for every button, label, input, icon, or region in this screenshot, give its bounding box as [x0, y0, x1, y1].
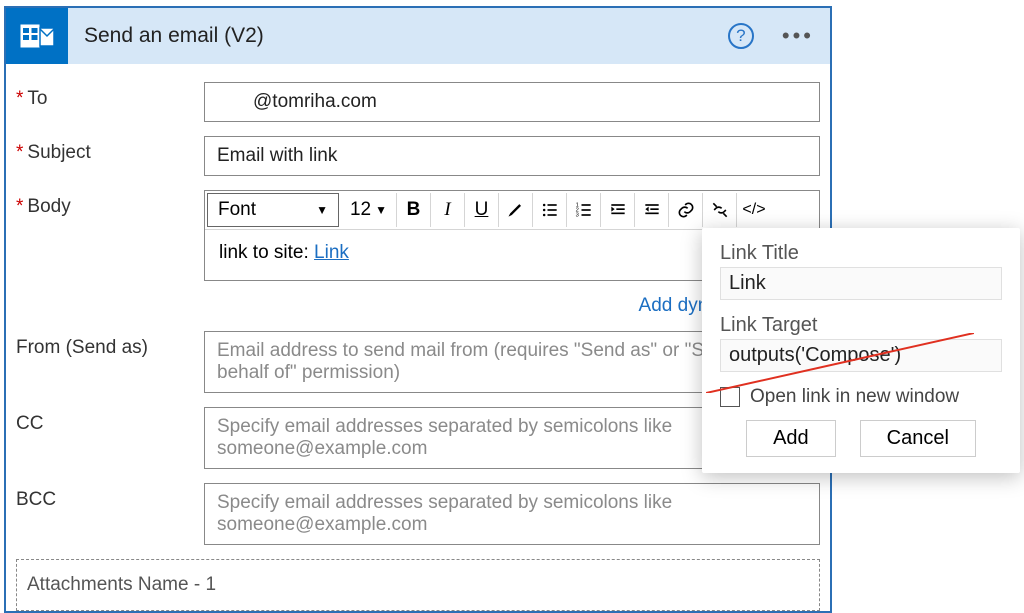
cancel-button[interactable]: Cancel — [860, 420, 976, 457]
underline-button[interactable]: U — [465, 193, 499, 227]
highlight-button[interactable] — [499, 193, 533, 227]
font-select[interactable]: Font▼ — [207, 193, 339, 227]
code-view-button[interactable]: </> — [737, 193, 771, 227]
svg-text:3: 3 — [575, 213, 578, 219]
cc-label: CC — [16, 407, 204, 435]
font-size-value: 12 — [350, 199, 371, 221]
add-button[interactable]: Add — [746, 420, 836, 457]
attachments-name-row[interactable]: Attachments Name - 1 — [16, 559, 820, 611]
open-new-window-checkbox[interactable] — [720, 387, 740, 407]
subject-input[interactable]: Email with link — [204, 136, 820, 176]
add-dynamic-content-link[interactable]: Add dynamic content — [16, 295, 816, 317]
more-menu-icon[interactable]: ••• — [782, 23, 814, 49]
to-input[interactable]: @tomriha.com — [204, 82, 820, 122]
to-label: To — [16, 82, 204, 110]
link-title-input[interactable]: Link — [720, 267, 1002, 300]
bullet-list-button[interactable] — [533, 193, 567, 227]
link-button[interactable] — [669, 193, 703, 227]
bcc-label: BCC — [16, 483, 204, 511]
link-target-label: Link Target — [720, 314, 1002, 337]
card-title: Send an email (V2) — [84, 24, 728, 48]
link-target-input[interactable]: outputs('Compose') — [720, 339, 1002, 372]
body-link[interactable]: Link — [314, 242, 349, 263]
body-text: link to site: — [219, 242, 314, 263]
outdent-button[interactable] — [601, 193, 635, 227]
from-label: From (Send as) — [16, 331, 204, 359]
help-icon[interactable]: ? — [728, 23, 754, 49]
card-header: Send an email (V2) ? ••• — [6, 8, 830, 64]
indent-button[interactable] — [635, 193, 669, 227]
numbered-list-button[interactable]: 123 — [567, 193, 601, 227]
outlook-icon — [6, 8, 68, 64]
editor-toolbar: Font▼ 12▼ B I U 123 — [205, 191, 819, 230]
link-popup: Link Title Link Link Target outputs('Com… — [702, 228, 1020, 473]
italic-button[interactable]: I — [431, 193, 465, 227]
unlink-button[interactable] — [703, 193, 737, 227]
subject-label: Subject — [16, 136, 204, 164]
body-label: Body — [16, 190, 204, 218]
bcc-input[interactable]: Specify email addresses separated by sem… — [204, 483, 820, 545]
bold-button[interactable]: B — [397, 193, 431, 227]
open-new-window-label: Open link in new window — [750, 386, 959, 408]
font-select-label: Font — [218, 199, 256, 221]
font-size-select[interactable]: 12▼ — [341, 193, 397, 227]
link-title-label: Link Title — [720, 242, 1002, 265]
